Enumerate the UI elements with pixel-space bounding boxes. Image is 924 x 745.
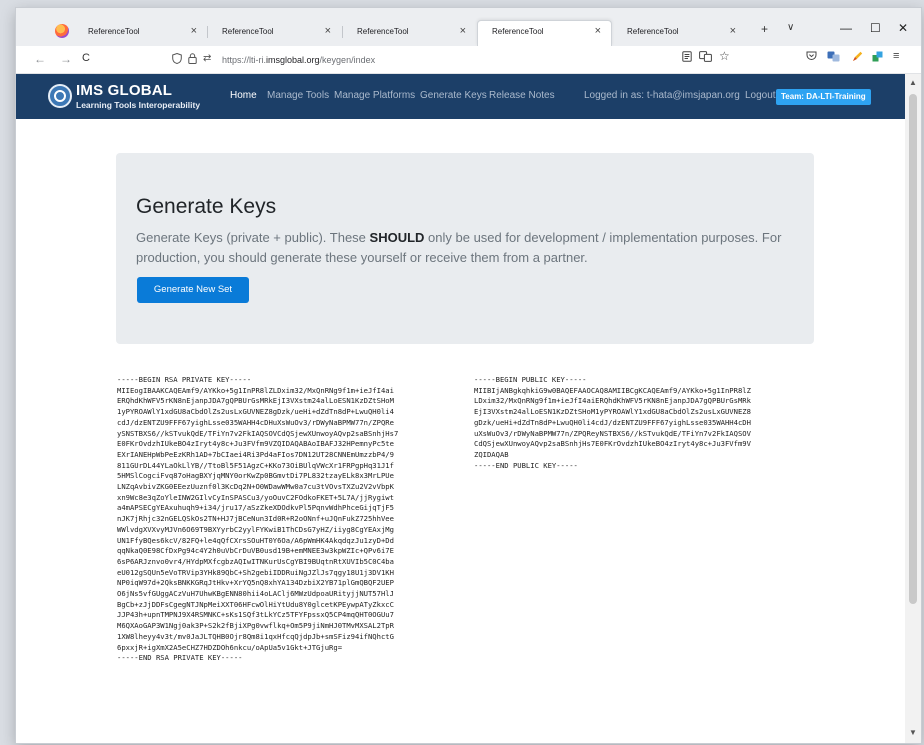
- translate-extension-icon[interactable]: [827, 51, 840, 65]
- extensions-icon[interactable]: [872, 51, 883, 65]
- permissions-icon[interactable]: ⇄: [203, 53, 211, 64]
- tab-title: ReferenceTool: [492, 27, 544, 36]
- menu-icon[interactable]: ≡: [893, 50, 899, 62]
- browser-tab-active[interactable]: ReferenceTool ×: [477, 20, 612, 46]
- reload-button[interactable]: C: [82, 52, 90, 64]
- new-tab-button[interactable]: +: [761, 22, 768, 36]
- ims-logo-icon[interactable]: [48, 84, 72, 108]
- forward-button[interactable]: →: [60, 52, 72, 66]
- tab-title: ReferenceTool: [357, 27, 409, 36]
- public-key-text: -----BEGIN PUBLIC KEY----- MIIBIjANBgkqh…: [474, 375, 751, 470]
- url-domain: imsglobal.org: [266, 55, 320, 65]
- browser-window: ReferenceTool × ReferenceTool × Referenc…: [16, 8, 921, 743]
- pen-extension-icon[interactable]: [852, 51, 863, 65]
- generate-keys-panel: Generate Keys Generate Keys (private + p…: [116, 153, 814, 344]
- scroll-down-arrow-icon[interactable]: ▼: [909, 728, 917, 737]
- description-text: Generate Keys (private + public). These: [136, 230, 370, 245]
- logged-in-text: Logged in as: t-hata@imsjapan.org: [584, 90, 740, 101]
- maximize-button[interactable]: ☐: [870, 21, 881, 35]
- minimize-button[interactable]: —: [840, 21, 852, 35]
- brand-title[interactable]: IMS GLOBAL: [76, 82, 172, 99]
- browser-tab[interactable]: ReferenceTool ×: [74, 21, 207, 43]
- nav-manage-platforms[interactable]: Manage Platforms: [334, 90, 415, 101]
- tab-close-icon[interactable]: ×: [460, 25, 466, 37]
- firefox-icon[interactable]: [55, 24, 69, 38]
- tab-title: ReferenceTool: [222, 27, 274, 36]
- tab-title: ReferenceTool: [88, 27, 140, 36]
- brand-subtitle[interactable]: Learning Tools Interoperability: [76, 100, 200, 110]
- tab-close-icon[interactable]: ×: [730, 25, 736, 37]
- pocket-icon[interactable]: [806, 51, 817, 64]
- nav-release-notes[interactable]: Release Notes: [489, 90, 555, 101]
- tab-close-icon[interactable]: ×: [325, 25, 331, 37]
- nav-home[interactable]: Home: [230, 90, 257, 101]
- browser-tab[interactable]: ReferenceTool ×: [208, 21, 341, 43]
- team-badge[interactable]: Team: DA-LTI-Training: [776, 89, 871, 105]
- tab-strip: ReferenceTool × ReferenceTool × Referenc…: [16, 8, 921, 46]
- generate-new-set-button[interactable]: Generate New Set: [137, 277, 249, 303]
- tab-close-icon[interactable]: ×: [595, 25, 601, 37]
- page-description: Generate Keys (private + public). These …: [136, 228, 796, 268]
- address-bar[interactable]: ⇄ https://lti-ri.imsglobal.org/keygen/in…: [168, 50, 728, 70]
- nav-generate-keys[interactable]: Generate Keys: [420, 90, 487, 101]
- page-scrollbar[interactable]: ▲ ▼: [905, 74, 921, 743]
- nav-bar: ← → C ⇄ https://lti-ri.imsglobal.org/key…: [16, 46, 921, 74]
- private-key-text: -----BEGIN RSA PRIVATE KEY----- MIIEogIB…: [117, 375, 399, 663]
- url-path: /keygen/index: [319, 55, 376, 65]
- site-header: IMS GLOBAL Learning Tools Interoperabili…: [16, 74, 905, 119]
- translate-icon[interactable]: [699, 51, 712, 65]
- nav-manage-tools[interactable]: Manage Tools: [267, 90, 329, 101]
- scrollbar-thumb[interactable]: [909, 94, 917, 604]
- url-prefix: https://lti-ri.: [222, 55, 267, 65]
- reader-view-icon[interactable]: [682, 51, 692, 65]
- scroll-up-arrow-icon[interactable]: ▲: [909, 78, 917, 87]
- bookmark-star-icon[interactable]: ☆: [719, 49, 730, 63]
- browser-tab[interactable]: ReferenceTool ×: [613, 21, 746, 43]
- description-emphasis: SHOULD: [369, 230, 425, 245]
- shield-icon[interactable]: [172, 52, 182, 67]
- browser-tab[interactable]: ReferenceTool ×: [343, 21, 476, 43]
- tab-title: ReferenceTool: [627, 27, 679, 36]
- page-content: IMS GLOBAL Learning Tools Interoperabili…: [16, 74, 905, 743]
- back-button[interactable]: ←: [34, 52, 46, 66]
- tab-list-button[interactable]: ∨: [787, 22, 794, 33]
- lock-icon[interactable]: [188, 53, 197, 67]
- close-window-button[interactable]: ✕: [898, 21, 908, 35]
- tab-close-icon[interactable]: ×: [191, 25, 197, 37]
- logout-link[interactable]: Logout: [745, 90, 776, 101]
- url-text[interactable]: https://lti-ri.imsglobal.org/keygen/inde…: [222, 55, 375, 65]
- page-title: Generate Keys: [136, 195, 277, 218]
